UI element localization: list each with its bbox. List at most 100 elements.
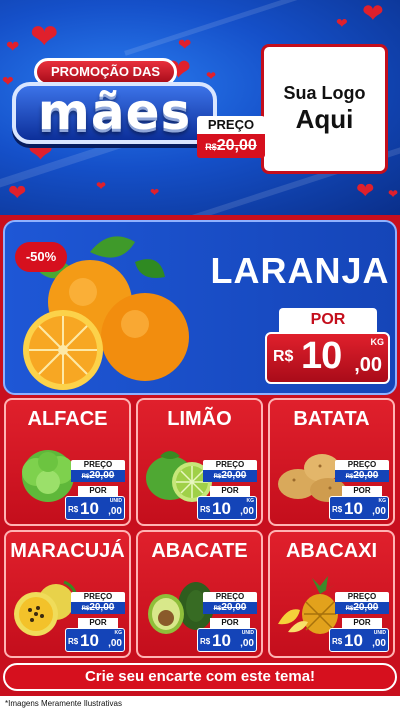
product-old-price: R$20,00 xyxy=(335,470,389,482)
product-name: LIMÃO xyxy=(167,408,232,430)
product-old-value: 20,00 xyxy=(353,602,379,613)
featured-old-currency: R$ xyxy=(205,142,217,152)
product-price-box: PREÇO R$20,00 POR R$ 10 KG ,00 xyxy=(197,460,257,520)
product-old-value: 20,00 xyxy=(221,602,247,613)
featured-new-currency: R$ xyxy=(273,348,294,365)
product-name: ALFACE xyxy=(27,408,108,430)
product-por-label: POR xyxy=(78,486,118,496)
featured-product-name: LARANJA xyxy=(210,250,390,291)
product-unit: KG xyxy=(378,498,387,504)
featured-price-label: PREÇO xyxy=(197,116,265,134)
campaign-badge: PROMOÇÃO DAS mães xyxy=(12,58,222,158)
logo-line-1: Sua Logo xyxy=(283,83,366,103)
product-new-int: 10 xyxy=(80,499,99,518)
product-new-dec: ,00 xyxy=(372,638,386,649)
product-old-price: R$20,00 xyxy=(203,470,257,482)
product-old-price: R$20,00 xyxy=(71,470,125,482)
product-price-label: PREÇO xyxy=(203,460,257,470)
product-price-label: PREÇO xyxy=(335,460,389,470)
product-old-value: 20,00 xyxy=(89,602,115,613)
product-card[interactable]: LIMÃO PREÇO R$20,00 POR R$ 10 KG ,00 xyxy=(136,398,263,526)
product-new-dec: ,00 xyxy=(240,638,254,649)
product-price-label: PREÇO xyxy=(71,460,125,470)
product-por-label: POR xyxy=(210,486,250,496)
product-price-box: PREÇO R$20,00 POR R$ 10 UNID ,00 xyxy=(65,460,125,520)
product-old-price: R$20,00 xyxy=(335,602,389,614)
heart-icon: ❤ xyxy=(30,18,59,56)
product-new-int: 10 xyxy=(212,499,231,518)
product-new-int: 10 xyxy=(344,499,363,518)
badge-title: mães xyxy=(37,83,192,141)
product-new-price: R$ 10 UNID ,00 xyxy=(329,628,389,652)
product-por-label: POR xyxy=(78,618,118,628)
heart-icon: ❤ xyxy=(8,180,27,205)
featured-por-label: POR xyxy=(279,308,377,332)
featured-new-int: 10 xyxy=(301,335,342,377)
product-currency: R$ xyxy=(68,637,79,646)
product-unit: UNID xyxy=(109,498,122,504)
product-card[interactable]: MARACUJÁ PREÇO R$20,00 POR R$ 10 KG ,00 xyxy=(4,530,131,658)
product-new-dec: ,00 xyxy=(108,638,122,649)
featured-old-value: 20,00 xyxy=(216,137,257,154)
product-price-box: PREÇO R$ 20,00 POR R$ 10 UNID ,00 xyxy=(197,592,257,652)
product-new-int: 10 xyxy=(80,631,99,650)
badge-title-box: mães xyxy=(12,82,217,144)
product-price-box: PREÇO R$20,00 POR R$ 10 UNID ,00 xyxy=(329,592,389,652)
cta-banner[interactable]: Crie seu encarte com este tema! xyxy=(3,663,397,691)
featured-new-price: R$ 10 KG ,00 xyxy=(265,332,390,384)
heart-icon: ❤ xyxy=(150,187,160,199)
product-card[interactable]: ABACATE PREÇO R$20,00 POR R$ 10 UNID ,00 xyxy=(136,530,263,658)
product-old-value: 20,00 xyxy=(89,470,115,481)
product-unit: KG xyxy=(246,498,255,504)
product-por-label: POR xyxy=(342,486,382,496)
product-new-price: R$ 10 KG ,00 xyxy=(65,628,125,652)
product-card[interactable]: BATATA PREÇO R$20,00 POR R$ 10 KG ,00 xyxy=(268,398,395,526)
heart-icon: ❤ xyxy=(6,39,20,56)
product-new-int: 10 xyxy=(344,631,363,650)
product-new-price: R$ 10 UNID ,00 xyxy=(197,628,257,652)
product-price-label: PREÇO xyxy=(335,592,389,602)
heart-icon: ❤ xyxy=(362,0,384,28)
product-new-price: R$ 10 KG ,00 xyxy=(329,496,389,520)
product-unit: UNID xyxy=(373,630,386,636)
product-unit: UNID xyxy=(241,630,254,636)
header-banner: ❤ ❤ ❤ ❤ ❤ ❤ ❤ ❤ ❤ ❤ ❤ ❤ ❤ ❤ ❤ ❤ PROMOÇÃO… xyxy=(0,0,400,215)
product-name: ABACAXI xyxy=(285,540,378,562)
product-currency: R$ xyxy=(332,505,343,514)
product-new-int: 10 xyxy=(212,631,231,650)
product-por-label: POR xyxy=(342,618,382,628)
logo-placeholder[interactable]: Sua Logo Aqui xyxy=(261,44,388,174)
product-card[interactable]: ABACAXI PREÇO R$20,00 POR R$ 10 UNID ,00 xyxy=(268,530,395,658)
heart-icon: ❤ xyxy=(336,15,348,31)
product-card[interactable]: ALFACE PREÇO R$20,00 POR R$ 10 UNID ,00 xyxy=(4,398,131,526)
product-currency: R$ xyxy=(68,505,79,514)
product-new-dec: ,00 xyxy=(372,506,386,517)
heart-icon: ❤ xyxy=(388,187,399,201)
product-new-dec: ,00 xyxy=(240,506,254,517)
product-new-price: R$ 10 UNID ,00 xyxy=(65,496,125,520)
product-name: BATATA xyxy=(293,408,370,430)
product-unit: KG xyxy=(114,630,123,636)
product-por-label: POR xyxy=(210,618,250,628)
product-price-box: PREÇO R$20,00 POR R$ 10 KG ,00 xyxy=(65,592,125,652)
product-old-price: R$20,00 xyxy=(71,602,125,614)
product-new-dec: ,00 xyxy=(108,506,122,517)
product-currency: R$ xyxy=(200,505,211,514)
discount-badge: -50% xyxy=(15,242,67,272)
product-old-value: 20,00 xyxy=(353,470,379,481)
product-price-label: PREÇO xyxy=(203,592,257,602)
product-currency: R$ xyxy=(200,637,211,646)
featured-unit: KG xyxy=(370,337,385,347)
product-price-box: PREÇO R$20,00 POR R$ 10 KG ,00 xyxy=(329,460,389,520)
heart-icon: ❤ xyxy=(356,178,375,203)
product-name: MARACUJÁ xyxy=(10,540,125,562)
disclaimer-text: *Imagens Meramente Ilustrativas xyxy=(5,699,122,708)
heart-icon: ❤ xyxy=(178,37,192,54)
product-currency: R$ xyxy=(332,637,343,646)
featured-new-dec: ,00 xyxy=(354,354,382,376)
heart-icon: ❤ xyxy=(96,179,107,193)
product-price-label: PREÇO xyxy=(71,592,125,602)
product-old-value: 20,00 xyxy=(221,470,247,481)
featured-old-price: R$20,00 xyxy=(197,134,265,158)
product-new-price: R$ 10 KG ,00 xyxy=(197,496,257,520)
